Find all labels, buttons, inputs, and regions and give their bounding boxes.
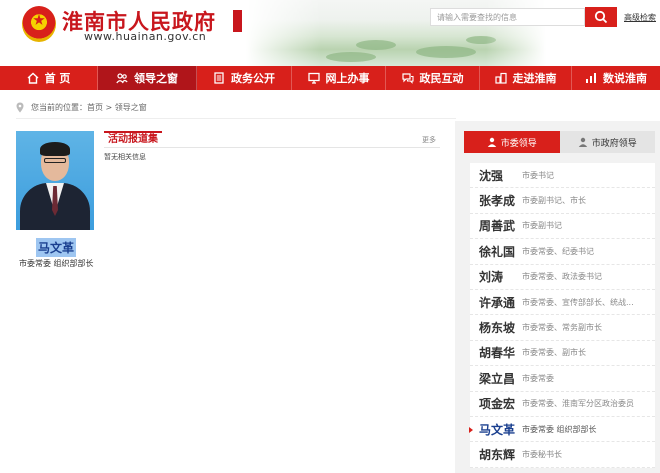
nav-item-leaders[interactable]: 领导之窗 (98, 66, 197, 90)
chart-icon (586, 73, 596, 83)
leader-list-item[interactable]: 沈强 市委书记 (470, 163, 655, 189)
nav-item-interaction[interactable]: 政民互动 (386, 66, 480, 90)
leader-list-position: 市委常委、淮南军分区政治委员 (522, 399, 634, 409)
leader-list-position: 市委秘书长 (522, 449, 562, 459)
leader-list-position: 市委常委、纪委书记 (522, 246, 594, 256)
more-link[interactable]: 更多 (422, 135, 436, 145)
leader-list-name: 梁立昌 (479, 371, 516, 386)
leader-list-name: 徐礼国 (479, 244, 516, 259)
nav-item-label: 政务公开 (231, 72, 275, 85)
leader-list-item[interactable]: 胡东辉 市委秘书长 (470, 442, 655, 468)
nav-item-label: 走进淮南 (512, 72, 557, 85)
national-emblem-icon (22, 6, 56, 42)
main-nav: 首 页 领导之窗 政务公开 网上办事 政民互动 走进淮南 数说淮南 (0, 66, 660, 90)
leader-list-item[interactable]: 刘涛 市委常委、政法委书记 (470, 264, 655, 290)
nav-item-label: 政民互动 (419, 72, 464, 85)
leader-title: 市委常委 组织部部长 (19, 259, 94, 268)
leader-list-name: 马文革 (479, 422, 516, 437)
leader-list-item[interactable]: 张孝成 市委副书记、市长 (470, 188, 655, 214)
leader-list-name: 刘涛 (479, 270, 504, 285)
leader-list-position: 市委副书记 (522, 221, 562, 231)
search-button[interactable] (585, 7, 617, 27)
leader-list-item[interactable]: 徐礼国 市委常委、纪委书记 (470, 239, 655, 265)
user-icon (578, 137, 587, 147)
home-icon (27, 72, 39, 84)
leader-list-name: 张孝成 (479, 194, 516, 209)
leader-list-position: 市委常委、政法委书记 (522, 272, 602, 282)
user-icon (487, 137, 496, 147)
activity-tab[interactable]: 活动报道集 (104, 131, 162, 148)
advanced-search-link[interactable]: 高级检索 (624, 12, 656, 23)
leader-list-name: 许承通 (479, 295, 516, 310)
leader-list-position: 市委常委 组织部部长 (522, 424, 597, 434)
nav-item-label: 首 页 (44, 72, 71, 85)
leader-list-position: 市委副书记、市长 (522, 196, 586, 206)
nav-item-online-services[interactable]: 网上办事 (292, 66, 386, 90)
nav-item-label: 数说淮南 (603, 72, 647, 85)
leader-list-item[interactable]: 项金宏 市委常委、淮南军分区政治委员 (470, 391, 655, 417)
interaction-icon (401, 73, 414, 84)
leader-list-item[interactable]: 许承通 市委常委、宣传部部长、统战... (470, 289, 655, 316)
leader-list-item[interactable]: 杨东坡 市委常委、常务副市长 (470, 315, 655, 341)
leader-list-name: 周善武 (479, 219, 516, 234)
leader-photo (16, 131, 94, 230)
leader-list-name: 杨东坡 (479, 321, 516, 336)
empty-message: 暂无相关信息 (104, 153, 146, 161)
leader-list-position: 市委书记 (522, 170, 554, 180)
breadcrumb-divider (16, 118, 456, 119)
leader-name: 马文革 (36, 238, 77, 257)
activity-header: 活动报道集 更多 (104, 131, 440, 148)
leader-list-item[interactable]: 周善武 市委副书记 (470, 213, 655, 240)
leader-list-item-current[interactable]: 马文革 市委常委 组织部部长 (469, 416, 655, 443)
nav-item-label: 网上办事 (325, 72, 370, 85)
leader-list-item[interactable]: 胡春华 市委常委、副市长 (470, 340, 655, 367)
leader-list-position: 市委常委、副市长 (522, 348, 586, 358)
tab-municipal-party-leaders[interactable]: 市委领导 (464, 131, 560, 153)
nav-item-label: 领导之窗 (134, 72, 178, 85)
search-icon (594, 10, 608, 24)
leader-list: 沈强 市委书记 张孝成 市委副书记、市长 周善武 市委副书记 徐礼国 市委常委、纪委书记… (469, 163, 655, 468)
breadcrumb: 您当前的位置：首页 > 领导之窗 (16, 97, 147, 117)
nav-item-gov-affairs[interactable]: 政务公开 (197, 66, 292, 90)
leader-list-item[interactable]: 梁立昌 市委常委 (470, 366, 655, 392)
nav-item-about-city[interactable]: 走进淮南 (480, 66, 572, 90)
document-icon (214, 72, 224, 84)
tab-municipal-gov-leaders[interactable]: 市政府领导 (559, 131, 655, 153)
current-marker-icon (469, 426, 473, 433)
site-url: www.huainan.gov.cn (84, 30, 207, 43)
leader-list-name: 沈强 (479, 168, 504, 183)
leader-list-name: 项金宏 (479, 397, 516, 412)
leaders-panel-tabs: 市委领导 市政府领导 (464, 131, 655, 153)
leader-list-position: 市委常委 (522, 373, 554, 383)
leader-list-position: 市委常委、常务副市长 (522, 323, 602, 333)
monitor-icon (307, 72, 320, 84)
nav-item-home[interactable]: 首 页 (0, 66, 98, 90)
nav-item-city-data[interactable]: 数说淮南 (572, 66, 660, 90)
leader-list-name: 胡东辉 (479, 447, 516, 462)
city-icon (494, 72, 507, 84)
location-pin-icon (16, 102, 24, 112)
leader-list-position: 市委常委、宣传部部长、统战... (522, 297, 634, 307)
site-header: 淮南市人民政府 www.huainan.gov.cn 请输入需要查找的信息 高级… (0, 0, 660, 66)
seal-icon (233, 10, 242, 32)
tab-label: 市委领导 (500, 138, 537, 149)
leader-list-name: 胡春华 (479, 346, 516, 361)
breadcrumb-text[interactable]: 您当前的位置：首页 > 领导之窗 (31, 102, 147, 113)
search-input[interactable]: 请输入需要查找的信息 (430, 8, 585, 26)
tab-label: 市政府领导 (591, 138, 637, 149)
leaders-icon (116, 73, 128, 84)
